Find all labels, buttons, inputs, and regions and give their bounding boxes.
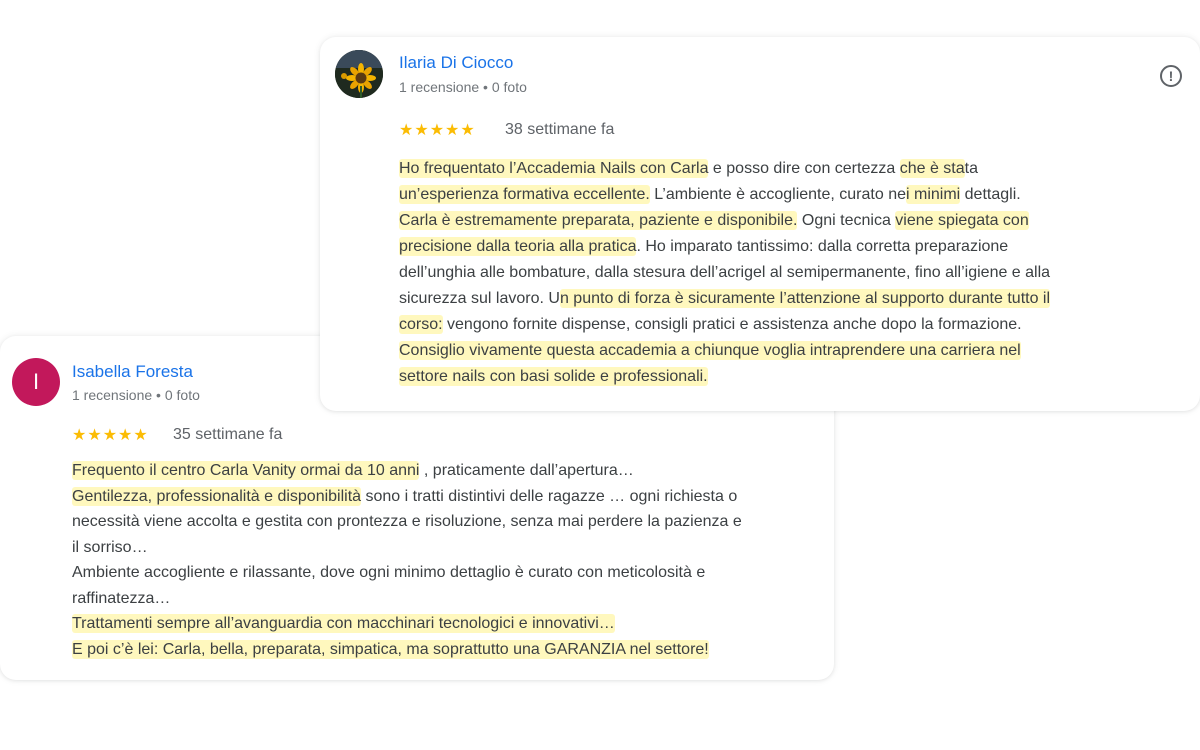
review-line: corso: vengono fornite dispense, consigl… (399, 315, 1022, 334)
review-date: 38 settimane fa (505, 121, 615, 138)
avatar-sunflower[interactable] (335, 50, 383, 98)
review-line: Carla è estremamente preparata, paziente… (399, 211, 1029, 230)
review-line: necessità viene accolta e gestita con pr… (72, 513, 742, 530)
review-line: raffinatezza… (72, 589, 171, 607)
review-card-ilaria: Ilaria Di Ciocco 1 recensione • 0 foto !… (320, 37, 1200, 411)
reviewer-meta: 1 recensione • 0 foto (72, 387, 200, 403)
sunflower-avatar-image (335, 50, 383, 98)
review-line: Gentilezza, professionalità e disponibil… (72, 486, 738, 506)
reviewer-name[interactable]: Isabella Foresta (72, 362, 193, 382)
review-line: Consiglio vivamente questa accademia a c… (399, 341, 1021, 360)
review-line: E poi c’è lei: Carla, bella, preparata, … (72, 639, 709, 659)
reviewer-meta: 1 recensione • 0 foto (399, 79, 527, 95)
review-line: il sorriso… (72, 538, 148, 556)
review-line: Ambiente accogliente e rilassante, dove … (72, 564, 706, 581)
star-rating: ★★★★★ (72, 427, 149, 444)
review-line: settore nails con basi solide e professi… (399, 367, 708, 386)
avatar-initial[interactable]: I (12, 358, 60, 406)
reviewer-name[interactable]: Ilaria Di Ciocco (399, 53, 513, 73)
review-text: Ho frequentato l’Accademia Nails con Car… (399, 156, 1184, 390)
review-line: un’esperienza formativa eccellente. L’am… (399, 185, 1021, 204)
review-line: precisione dalla teoria alla pratica. Ho… (399, 237, 1009, 256)
review-text: Frequento il centro Carla Vanity ormai d… (72, 458, 824, 662)
star-rating: ★★★★★ (399, 122, 476, 139)
review-line: dell’unghia alle bombature, dalla stesur… (399, 264, 1051, 281)
report-flag-icon[interactable]: ! (1160, 65, 1182, 87)
review-line: Trattamenti sempre all’avanguardia con m… (72, 614, 615, 633)
review-line: Ho frequentato l’Accademia Nails con Car… (399, 159, 978, 178)
review-date: 35 settimane fa (173, 426, 283, 443)
review-line: Frequento il centro Carla Vanity ormai d… (72, 461, 634, 480)
review-line: sicurezza sul lavoro. Un punto di forza … (399, 289, 1051, 308)
